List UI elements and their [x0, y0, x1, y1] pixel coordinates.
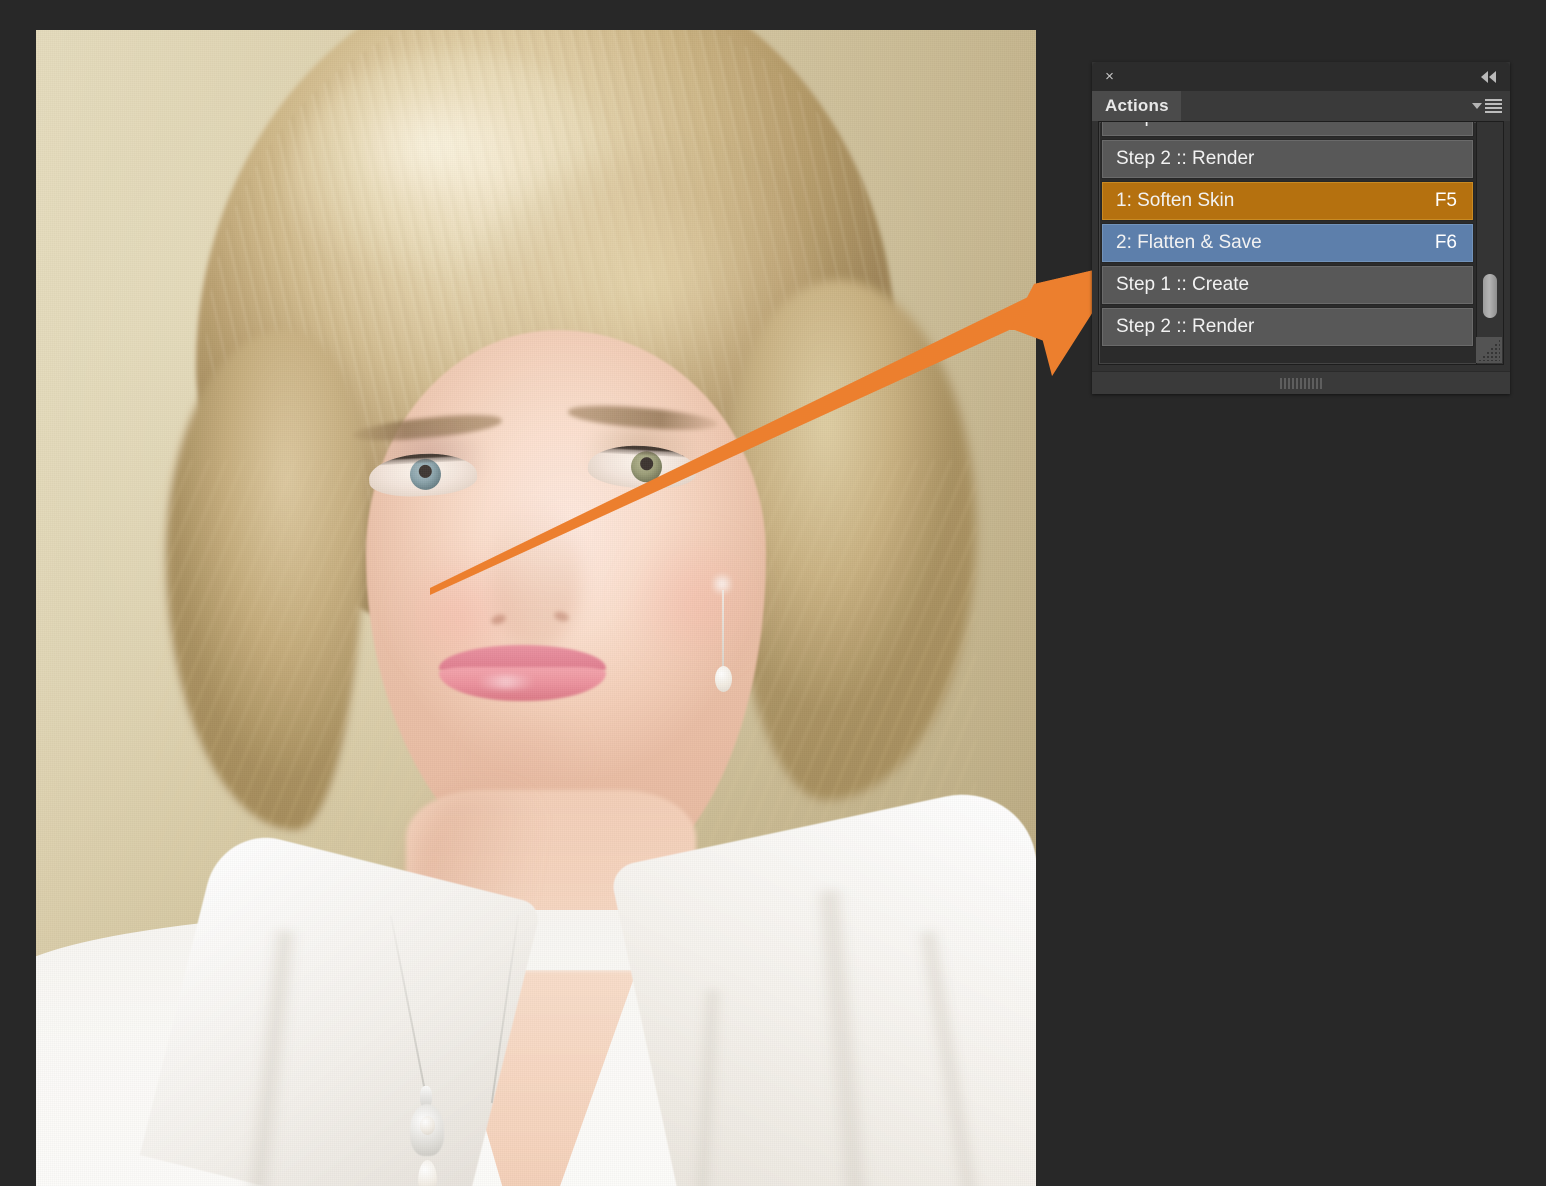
chevron-left-icon [1489, 70, 1496, 83]
panel-titlebar[interactable]: × [1092, 62, 1510, 91]
actions-list-frame: Step 1 :: Create Step 2 :: Render 1: Sof… [1098, 121, 1504, 365]
action-row-label: Step 2 :: Render [1116, 316, 1255, 337]
action-row-flatten-and-save[interactable]: 2: Flatten & Save F6 [1101, 223, 1474, 263]
scrollbar-thumb[interactable] [1483, 274, 1497, 318]
tab-actions[interactable]: Actions [1092, 91, 1181, 121]
photo-canvas[interactable] [36, 30, 1036, 1186]
action-row[interactable]: Step 1 :: Create [1101, 122, 1474, 137]
lip-highlight [466, 675, 546, 689]
earring-pearl [715, 666, 732, 692]
collapse-double-left-icon[interactable] [1481, 69, 1501, 84]
action-row-label: 1: Soften Skin [1116, 190, 1235, 211]
chin-shading [446, 720, 606, 790]
actions-panel[interactable]: × Actions Step 1 :: Create [1092, 62, 1510, 394]
chevron-left-icon [1481, 70, 1488, 83]
application-root: × Actions Step 1 :: Create [0, 0, 1546, 1186]
hamburger-icon [1485, 99, 1502, 113]
action-row-label: Step 1 :: Create [1116, 122, 1457, 128]
chevron-down-icon [1472, 103, 1482, 109]
action-row-soften-skin[interactable]: 1: Soften Skin F5 [1101, 181, 1474, 221]
action-row-label: Step 1 :: Create [1116, 274, 1250, 295]
action-row-label: 2: Flatten & Save [1116, 232, 1262, 253]
resize-grip-dots [1478, 339, 1500, 361]
action-row-shortcut: F5 [1434, 190, 1457, 211]
cheek-blush-right [614, 530, 774, 670]
action-row[interactable]: Step 2 :: Render [1101, 139, 1474, 179]
action-row[interactable]: Step 2 :: Render [1101, 307, 1474, 347]
panel-tabbar[interactable]: Actions [1092, 91, 1510, 121]
close-icon[interactable]: × [1100, 67, 1119, 86]
action-row[interactable]: Step 1 :: Create [1101, 265, 1474, 305]
action-row-label: Step 2 :: Render [1116, 148, 1255, 169]
panel-footer[interactable] [1092, 371, 1510, 394]
earring-chain [722, 590, 724, 670]
panel-drag-grip[interactable] [1280, 377, 1322, 389]
panel-menu-icon[interactable] [1472, 99, 1502, 113]
resize-grip[interactable] [1476, 337, 1502, 363]
actions-list-viewport[interactable]: Step 1 :: Create Step 2 :: Render 1: Sof… [1099, 122, 1476, 364]
action-row-shortcut: F6 [1434, 232, 1457, 253]
actions-list: Step 1 :: Create Step 2 :: Render 1: Sof… [1101, 122, 1474, 347]
vertical-scrollbar[interactable] [1476, 122, 1503, 364]
panel-body: Step 1 :: Create Step 2 :: Render 1: Sof… [1092, 121, 1510, 371]
necklace-pendant-pearl [420, 1116, 435, 1135]
